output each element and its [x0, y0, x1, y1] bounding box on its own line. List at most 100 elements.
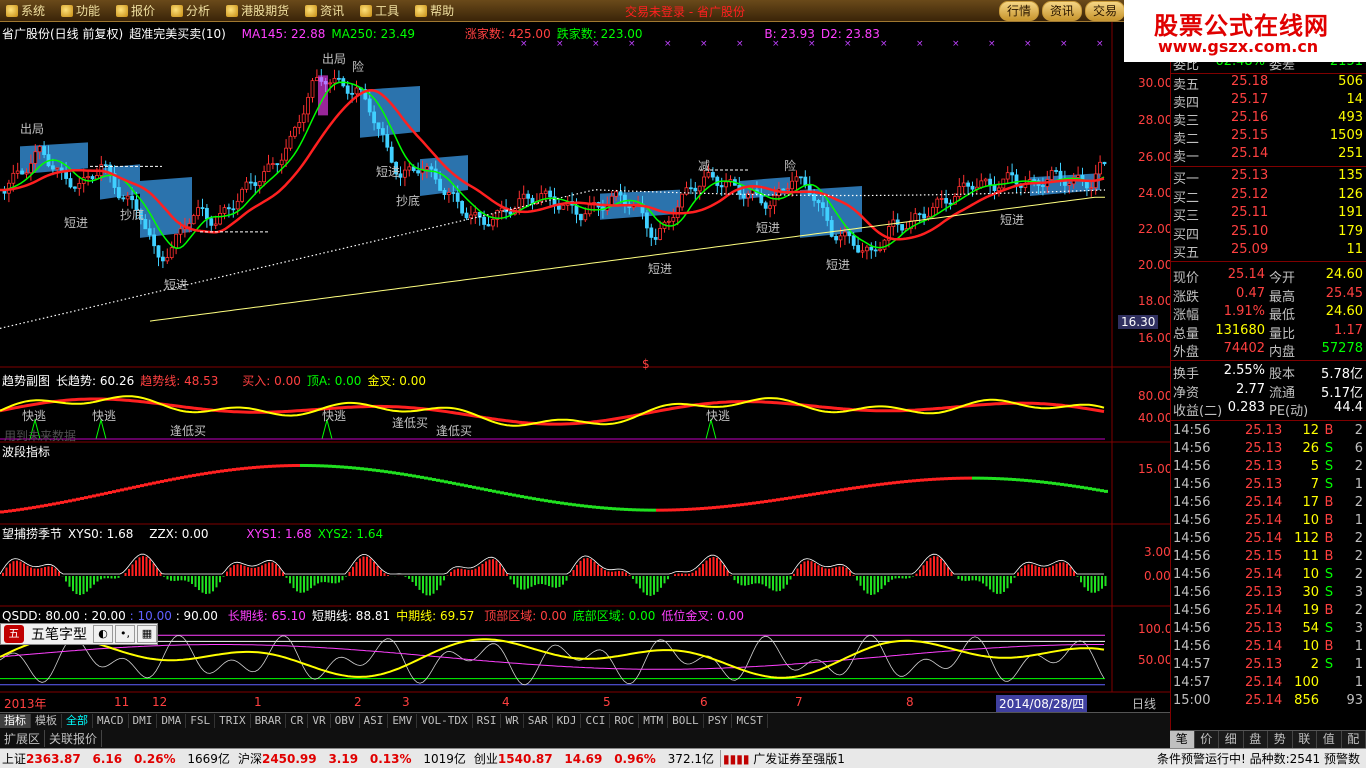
buy-value: 买入: 0.00 [242, 374, 301, 388]
ask-row[interactable]: 卖二 25.15 1509 [1171, 128, 1366, 147]
candle-body [464, 212, 469, 219]
cy-index[interactable]: 创业1540.87 14.69 0.96% 372.1亿 [472, 750, 720, 767]
indicator-tab[interactable]: EMV [388, 713, 418, 728]
tick-row[interactable]: 14:56 25.13 5 S 2 [1171, 459, 1366, 477]
bid-label: 买一 [1173, 172, 1200, 187]
tick-row[interactable]: 15:00 25.14 856 93 [1171, 693, 1366, 711]
candle-body [702, 176, 706, 187]
ask-row[interactable]: 卖一 25.14 251 [1171, 146, 1366, 165]
ime-name[interactable]: 五笔字型 [27, 624, 91, 644]
tick-row[interactable]: 14:56 25.13 54 S 3 [1171, 621, 1366, 639]
trade-tab-button[interactable]: 交易 [1085, 1, 1125, 21]
indicator-tab[interactable]: ROC [610, 713, 640, 728]
menu-function[interactable]: 功能 [55, 2, 110, 19]
histogram-bar [859, 576, 862, 586]
indicator-tab[interactable]: 全部 [62, 713, 93, 728]
ime-toolbar[interactable]: 五 五笔字型 ◐ •, ▦ [0, 623, 158, 645]
menu-analysis[interactable]: 分析 [165, 2, 220, 19]
menu-tools[interactable]: 工具 [354, 2, 409, 19]
menu-help[interactable]: 帮助 [409, 2, 464, 19]
tab-related-quotes[interactable]: 关联报价 [45, 729, 103, 747]
tab-board[interactable]: 盘 [1244, 731, 1268, 748]
bid-row[interactable]: 买五 25.09 11 [1171, 242, 1366, 261]
ime-logo-icon[interactable]: 五 [4, 625, 24, 643]
ask-row[interactable]: 卖三 25.16 493 [1171, 110, 1366, 129]
wave-mark [1004, 477, 1008, 481]
tick-row[interactable]: 14:56 25.13 26 S 6 [1171, 441, 1366, 459]
risk-label: 险 [352, 60, 365, 74]
indicator-tab[interactable]: TRIX [215, 713, 251, 728]
ask-row[interactable]: 卖五 25.18 506 [1171, 74, 1366, 93]
bid-row[interactable]: 买三 25.11 191 [1171, 205, 1366, 224]
tick-row[interactable]: 14:57 25.13 2 S 1 [1171, 657, 1366, 675]
bid-row[interactable]: 买一 25.13 135 [1171, 168, 1366, 187]
indicator-tab[interactable]: CR [286, 713, 309, 728]
tick-row[interactable]: 14:56 25.15 11 B 2 [1171, 549, 1366, 567]
wave-mark [804, 493, 808, 497]
tick-row[interactable]: 14:56 25.14 17 B 2 [1171, 495, 1366, 513]
wave-mark [44, 503, 48, 507]
indicator-tab[interactable]: DMA [157, 713, 187, 728]
tab-price[interactable]: 价 [1195, 731, 1219, 748]
indicator-tab[interactable]: 指标 [0, 713, 31, 728]
indicator-tab[interactable]: RSI [473, 713, 502, 728]
indicator-tab[interactable]: VR [308, 713, 331, 728]
indicator-tab[interactable]: MACD [93, 713, 129, 728]
tab-value[interactable]: 值 [1317, 731, 1342, 748]
indicator-tab[interactable]: OBV [331, 713, 360, 728]
indicator-tab[interactable]: KDJ [553, 713, 582, 728]
signal-marker: × [988, 39, 996, 49]
indicator-tab[interactable]: DMI [129, 713, 158, 728]
indicator-tab[interactable]: FSL [186, 713, 216, 728]
menu-hk-futures[interactable]: 港股期货 [220, 2, 299, 19]
tab-extension-area[interactable]: 扩展区 [0, 729, 46, 747]
half-width-icon[interactable]: ◐ [93, 625, 113, 643]
alert-status[interactable]: 条件预警运行中! 品种数:2541 预警数 [1155, 750, 1366, 767]
indicator-tab[interactable]: MCST [732, 713, 768, 728]
menu-system[interactable]: 系统 [0, 2, 55, 19]
tab-config[interactable]: 配 [1342, 731, 1366, 748]
tab-linked[interactable]: 联 [1293, 731, 1317, 748]
indicator-tab[interactable]: SAR [524, 713, 553, 728]
indicator-tab[interactable]: ASI [360, 713, 389, 728]
sz-index[interactable]: 沪深2450.99 3.19 0.13% 1019亿 [236, 750, 472, 767]
tick-row[interactable]: 14:56 25.13 30 S 3 [1171, 585, 1366, 603]
tick-row[interactable]: 14:56 25.14 10 B 1 [1171, 639, 1366, 657]
indicator-tab[interactable]: WR [501, 713, 524, 728]
candle-body [442, 190, 447, 195]
ask-row[interactable]: 卖四 25.17 14 [1171, 92, 1366, 111]
histogram-bar [495, 560, 498, 576]
indicator-tab[interactable]: CCI [581, 713, 611, 728]
keyboard-icon[interactable]: ▦ [137, 625, 157, 643]
bid-row[interactable]: 买四 25.10 179 [1171, 224, 1366, 243]
tab-trades[interactable]: 笔 [1170, 731, 1195, 748]
short-line-value: 短期线: 88.81 [311, 609, 391, 623]
news-tab-button[interactable]: 资讯 [1042, 1, 1082, 21]
menu-quote[interactable]: 报价 [110, 2, 165, 19]
tab-detail[interactable]: 细 [1219, 731, 1244, 748]
menu-news[interactable]: 资讯 [299, 2, 354, 19]
tick-row[interactable]: 14:56 25.14 10 B 1 [1171, 513, 1366, 531]
bid-row[interactable]: 买二 25.12 126 [1171, 187, 1366, 206]
tick-row[interactable]: 14:56 25.13 7 S 1 [1171, 477, 1366, 495]
tick-row[interactable]: 14:56 25.14 10 S 2 [1171, 567, 1366, 585]
indicator-tab[interactable]: 模板 [31, 713, 62, 728]
wave-mark [868, 484, 872, 488]
tick-row[interactable]: 14:56 25.13 12 B 2 [1171, 423, 1366, 441]
indicator-tab[interactable]: VOL-TDX [417, 713, 473, 728]
quote-tab-button[interactable]: 行情 [999, 1, 1039, 21]
punctuation-icon[interactable]: •, [115, 625, 135, 643]
server-name[interactable]: ▮▮▮▮ 广发证券至强版1 [720, 750, 851, 767]
tick-row[interactable]: 14:56 25.14 19 B 2 [1171, 603, 1366, 621]
indicator-tab[interactable]: BRAR [251, 713, 287, 728]
indicator-tab[interactable]: MTM [639, 713, 669, 728]
candle-body [235, 200, 240, 210]
tick-row[interactable]: 14:57 25.14 100 1 [1171, 675, 1366, 693]
tick-row[interactable]: 14:56 25.14 112 B 2 [1171, 531, 1366, 549]
indicator-tab[interactable]: BOLL [668, 713, 704, 728]
period-label[interactable]: 日线 [1132, 695, 1156, 712]
sh-index[interactable]: 上证2363.87 6.16 0.26% 1669亿 [0, 750, 236, 767]
chart-area[interactable]: × × × × × × × × × × × × × × × × × 省广股份(日线 前复权) 超准完美买卖(10)… [0, 22, 1172, 712]
tab-trend[interactable]: 势 [1268, 731, 1293, 748]
indicator-tab[interactable]: PSY [704, 713, 733, 728]
